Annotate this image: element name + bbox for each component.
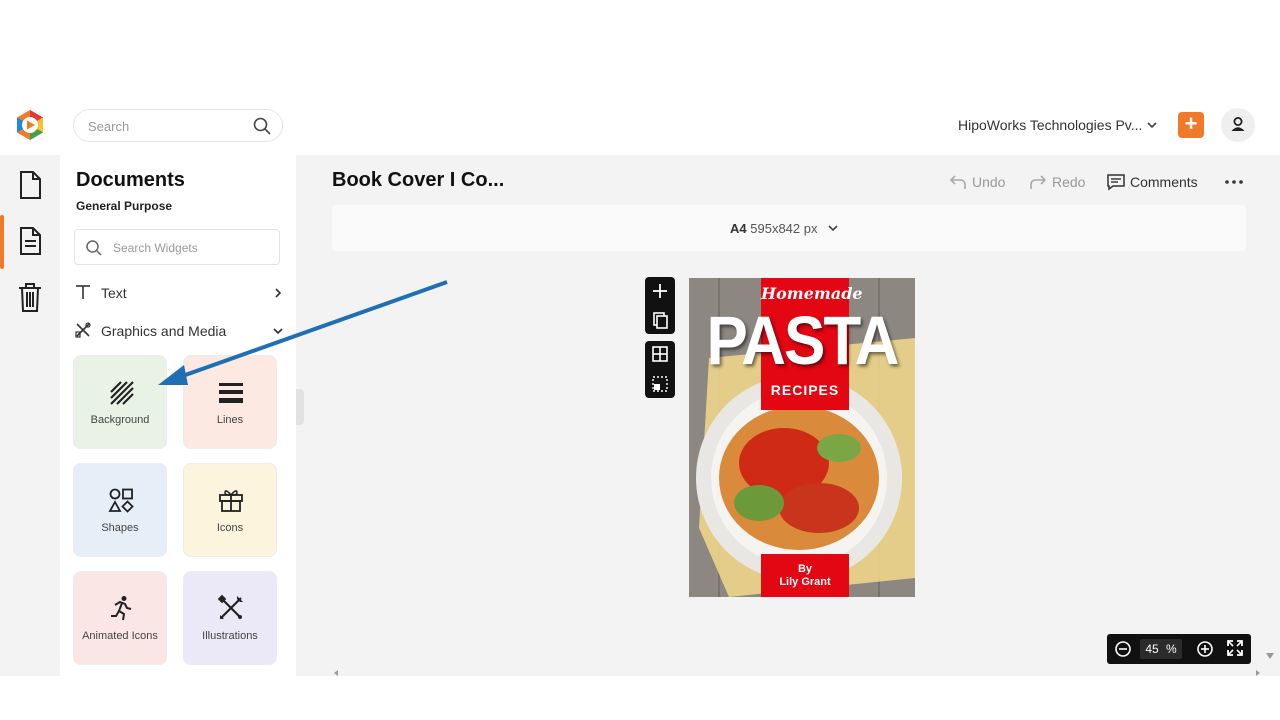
select-area-icon[interactable] xyxy=(645,372,675,398)
cover-by-label: By xyxy=(797,563,813,575)
page-tools-top xyxy=(645,277,675,334)
panel-collapse-handle[interactable] xyxy=(296,389,304,425)
chevron-down-icon[interactable] xyxy=(1146,118,1158,132)
zoom-level-unit: % xyxy=(1166,642,1177,656)
app-logo-icon[interactable] xyxy=(14,109,46,141)
zoom-level-field[interactable]: 45 % xyxy=(1140,639,1182,659)
fullscreen-icon[interactable] xyxy=(1226,639,1244,657)
duplicate-page-icon[interactable] xyxy=(645,308,675,334)
search-input[interactable]: Search xyxy=(88,119,129,134)
book-cover-page[interactable]: Homemade PASTA RECIPES By Lily Grant xyxy=(689,278,915,597)
widget-search-input[interactable]: Search Widgets xyxy=(113,241,198,255)
document-title[interactable]: Book Cover I Co... xyxy=(332,169,504,192)
page-size-dims: 595x842 px xyxy=(750,221,818,236)
add-page-icon[interactable] xyxy=(645,277,675,303)
shapes-icon xyxy=(108,488,134,513)
zoom-out-icon[interactable] xyxy=(1114,640,1132,658)
rail-active-indicator xyxy=(0,215,4,269)
horizontal-scrollbar[interactable] xyxy=(332,670,1262,676)
tile-label: Animated Icons xyxy=(82,630,158,642)
panel-subtitle: General Purpose xyxy=(76,199,173,213)
running-figure-icon xyxy=(111,596,132,621)
widget-tile-shapes[interactable]: Shapes xyxy=(73,463,167,557)
search-icon xyxy=(86,240,102,256)
user-profile-button[interactable] xyxy=(1221,108,1255,142)
add-button[interactable]: + xyxy=(1178,112,1204,138)
category-label: Text xyxy=(101,285,127,301)
redo-label: Redo xyxy=(1052,174,1086,190)
cover-script-title: Homemade xyxy=(761,284,863,303)
page-size-selector[interactable]: A4 595x842 px xyxy=(730,221,839,236)
page-size-bar: A4 595x842 px xyxy=(332,205,1246,251)
page-tools-bottom xyxy=(645,341,675,398)
gift-icon xyxy=(219,490,243,512)
app-window: Search HipoWorks Technologies Pv... + Do… xyxy=(0,97,1280,676)
page-size-name: A4 xyxy=(730,221,747,236)
illustration-tools-icon xyxy=(217,594,243,619)
redo-icon xyxy=(1030,175,1047,189)
zoom-in-icon[interactable] xyxy=(1196,640,1214,658)
icon-rail xyxy=(0,155,60,676)
background-hatch-icon xyxy=(110,381,134,405)
comments-label: Comments xyxy=(1130,174,1198,190)
panel-title: Documents xyxy=(76,169,185,191)
cover-banner-text: RECIPES xyxy=(770,382,840,398)
search-icon[interactable] xyxy=(252,116,272,136)
more-options-icon[interactable] xyxy=(1223,177,1245,187)
zoom-controls: 45 % xyxy=(1107,634,1251,664)
undo-label: Undo xyxy=(972,174,1006,190)
comments-icon xyxy=(1107,174,1125,191)
chevron-down-icon xyxy=(828,225,838,232)
trash-icon[interactable] xyxy=(12,279,48,315)
undo-icon xyxy=(949,175,966,189)
widget-tile-icons[interactable]: Icons xyxy=(183,463,277,557)
user-icon xyxy=(1231,116,1245,131)
tile-label: Illustrations xyxy=(202,630,258,642)
cover-author: Lily Grant xyxy=(779,576,831,588)
global-search[interactable]: Search xyxy=(73,109,283,142)
widgets-panel: Documents General Purpose Search Widgets… xyxy=(60,155,296,676)
app-header: Search HipoWorks Technologies Pv... + xyxy=(0,97,1280,155)
zoom-level-value: 45 xyxy=(1145,642,1159,656)
graphics-icon xyxy=(75,322,91,338)
tile-label: Background xyxy=(90,414,150,426)
file-icon[interactable] xyxy=(12,167,48,203)
annotation-arrow xyxy=(158,280,448,385)
cover-main-title: PASTA xyxy=(706,303,900,380)
tile-label: Icons xyxy=(216,522,244,534)
grid-layout-icon[interactable] xyxy=(645,341,675,367)
widget-search-field[interactable]: Search Widgets xyxy=(74,229,280,265)
tile-label: Shapes xyxy=(101,522,139,534)
organization-name[interactable]: HipoWorks Technologies Pv... xyxy=(958,117,1142,133)
widget-tile-illustrations[interactable]: Illustrations xyxy=(183,571,277,665)
widget-tile-animated-icons[interactable]: Animated Icons xyxy=(73,571,167,665)
text-icon xyxy=(76,285,90,299)
document-text-icon[interactable] xyxy=(12,223,48,259)
vertical-scroll-arrow-icon[interactable] xyxy=(1266,653,1274,659)
tile-label: Lines xyxy=(216,414,244,426)
